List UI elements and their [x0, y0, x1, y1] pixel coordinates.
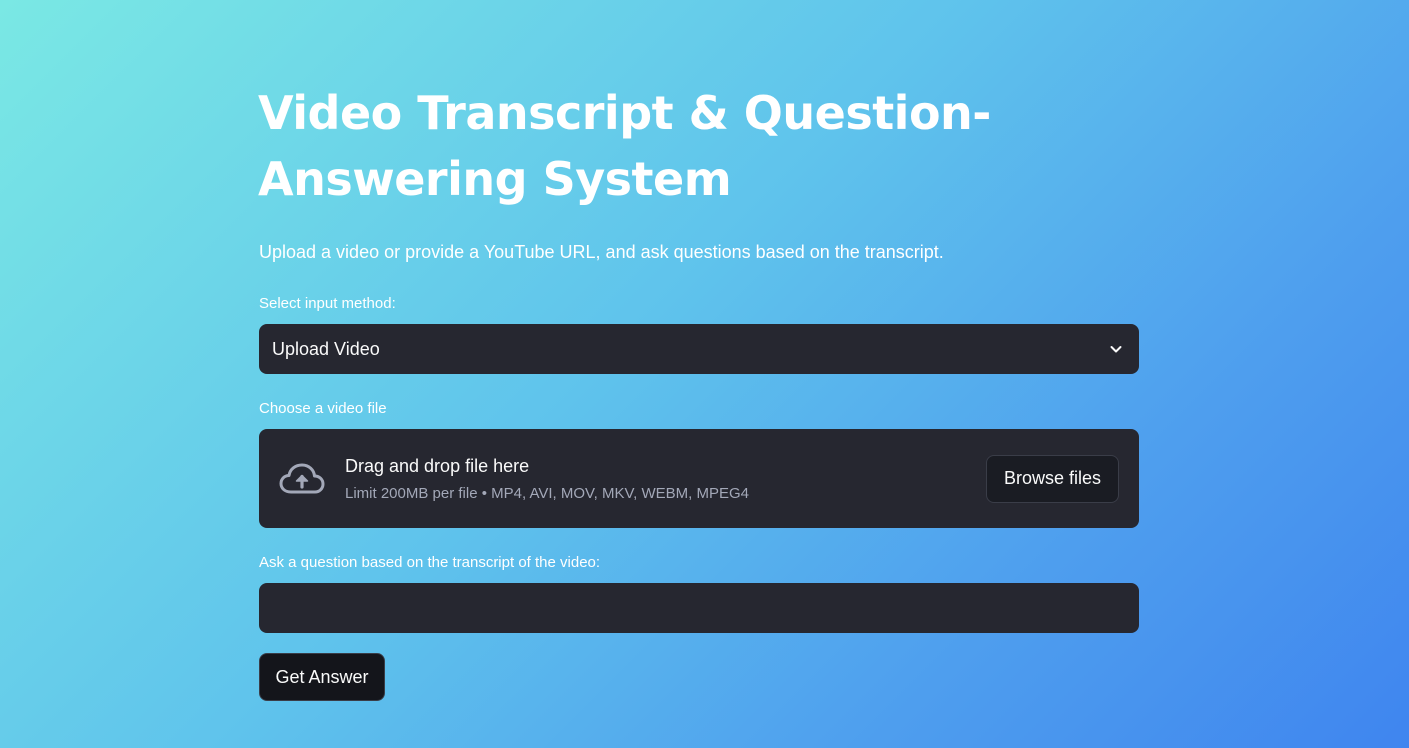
- input-method-selected-value: Upload Video: [272, 338, 380, 359]
- question-label: Ask a question based on the transcript o…: [259, 554, 601, 571]
- chevron-down-icon: [1109, 342, 1123, 356]
- browse-files-button[interactable]: Browse files: [986, 454, 1119, 503]
- page-title: Video Transcript & Question- Answering S…: [258, 80, 1139, 212]
- main-container: Video Transcript & Question- Answering S…: [258, 80, 1139, 701]
- page-title-line1: Video Transcript & Question-: [258, 86, 991, 140]
- file-dropzone[interactable]: Drag and drop file here Limit 200MB per …: [259, 429, 1139, 528]
- input-method-label: Select input method:: [259, 295, 396, 312]
- dropzone-text: Drag and drop file here Limit 200MB per …: [345, 454, 986, 504]
- page-subtitle: Upload a video or provide a YouTube URL,…: [259, 242, 944, 262]
- dropzone-limit: Limit 200MB per file • MP4, AVI, MOV, MK…: [345, 484, 749, 502]
- question-input[interactable]: [259, 583, 1139, 633]
- cloud-upload-icon: [279, 462, 325, 496]
- input-method-select[interactable]: Upload Video: [259, 324, 1139, 374]
- dropzone-title: Drag and drop file here: [345, 455, 530, 476]
- page-title-line2: Answering System: [258, 152, 732, 206]
- file-upload-label: Choose a video file: [259, 400, 387, 417]
- get-answer-button[interactable]: Get Answer: [259, 653, 385, 701]
